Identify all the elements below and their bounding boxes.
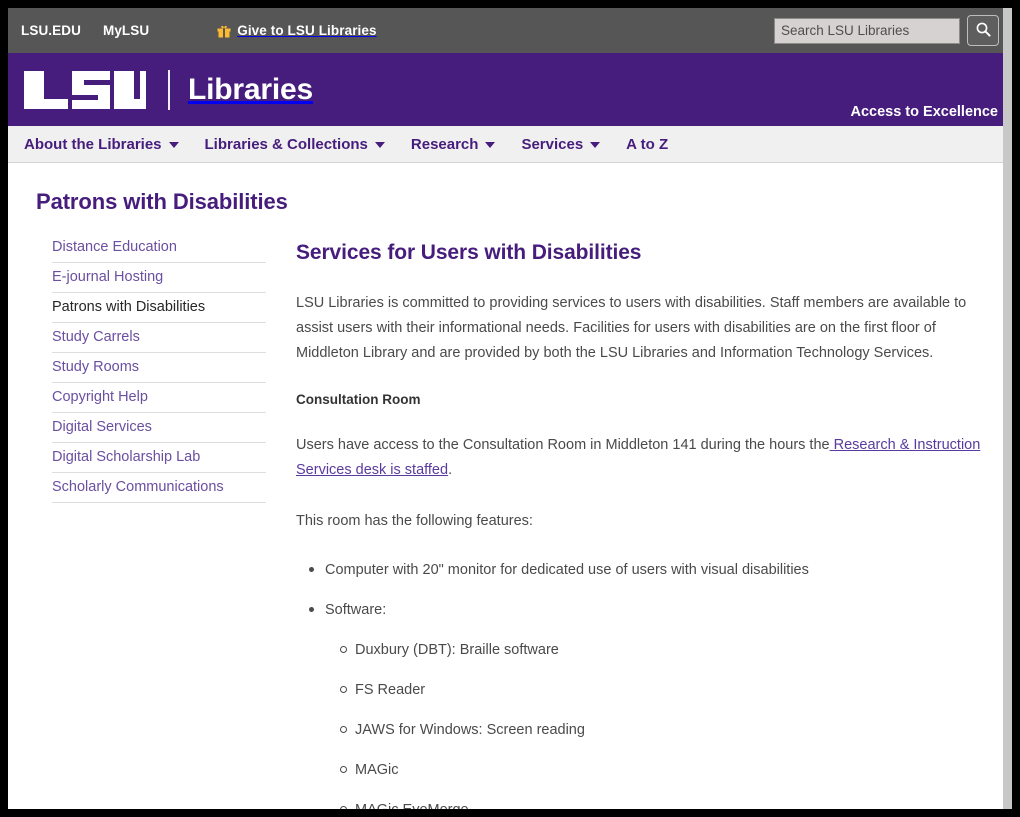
nav-label: Libraries & Collections (204, 135, 368, 153)
tagline: Access to Excellence (850, 104, 998, 120)
features-intro: This room has the following features: (296, 513, 533, 529)
nav-item-about-the-libraries[interactable]: About the Libraries (24, 136, 179, 153)
nav-item-libraries-and-collections[interactable]: Libraries & Collections (205, 136, 385, 153)
list-item: Duxbury (DBT): Braille software (340, 640, 996, 660)
search-button[interactable] (967, 15, 999, 46)
search-area (774, 15, 999, 46)
software-sublist: Duxbury (DBT): Braille software FS Reade… (325, 640, 996, 809)
logo-divider (168, 69, 170, 110)
sidebar-item-distance-education[interactable]: Distance Education (52, 233, 266, 263)
nav-label: Research (410, 135, 479, 153)
nav-item-a-to-z[interactable]: A to Z (626, 136, 668, 153)
utility-bar: LSU.EDU MyLSU Give to LSU Libraries (8, 8, 1012, 53)
chevron-down-icon (590, 142, 601, 148)
content-heading: Services for Users with Disabilities (296, 241, 642, 264)
nav-item-research[interactable]: Research (411, 136, 496, 153)
sidebar-item-digital-services[interactable]: Digital Services (52, 413, 266, 443)
brand-wordmark: Libraries (188, 72, 313, 106)
sidebar-item-e-journal-hosting[interactable]: E-journal Hosting (52, 263, 266, 293)
sidebar-item-study-rooms[interactable]: Study Rooms (52, 353, 266, 383)
browser-page-frame: LSU.EDU MyLSU Give to LSU Libraries Sear… (8, 8, 1012, 809)
list-item-label: Software: (325, 602, 387, 618)
content-columns: Distance Education E-journal Hosting Pat… (8, 233, 1012, 809)
gift-icon (217, 24, 231, 38)
list-item: JAWS for Windows: Screen reading (340, 720, 996, 740)
list-item: Software: Duxbury (DBT): Braille softwar… (309, 600, 996, 809)
nav-label: Services (521, 135, 584, 153)
search-input[interactable] (774, 17, 960, 44)
list-item: MAGic (340, 760, 996, 780)
list-item: MAGic EyeMerge (340, 800, 996, 809)
nav-label: About the Libraries (24, 135, 162, 153)
sidebar-item-copyright-help[interactable]: Copyright Help (52, 383, 266, 413)
mylsu-link[interactable]: MyLSU (103, 23, 149, 38)
access-text-before: Users have access to the Consultation Ro… (296, 437, 830, 453)
list-item: FS Reader (340, 680, 996, 700)
list-item-label: Computer with 20" monitor for dedicated … (325, 562, 809, 578)
main-content: Services for Users with Disabilities LSU… (296, 233, 996, 809)
lsu-libraries-logo-link[interactable]: Libraries (22, 69, 313, 111)
nav-item-services[interactable]: Services (521, 135, 601, 153)
sidebar-item-patrons-with-disabilities[interactable]: Patrons with Disabilities (52, 293, 266, 323)
main-navigation: About the Libraries Libraries & Collecti… (8, 126, 1012, 163)
brand-header: Libraries Access to Excellence (8, 53, 1012, 126)
nav-label: A to Z (626, 135, 669, 153)
vertical-scrollbar[interactable] (1003, 8, 1012, 809)
intro-paragraph: LSU Libraries is committed to providing … (296, 295, 967, 361)
chevron-down-icon (168, 142, 179, 148)
features-list: Computer with 20" monitor for dedicated … (296, 560, 996, 809)
access-text-after: . (448, 462, 453, 478)
sidebar-item-study-carrels[interactable]: Study Carrels (52, 323, 266, 353)
give-to-lsu-libraries-link[interactable]: Give to LSU Libraries (217, 23, 377, 38)
search-icon (975, 21, 992, 41)
sidebar-item-scholarly-communications[interactable]: Scholarly Communications (52, 473, 266, 503)
sidebar-item-digital-scholarship-lab[interactable]: Digital Scholarship Lab (52, 443, 266, 473)
list-item: Computer with 20" monitor for dedicated … (309, 560, 996, 580)
lsu-edu-link[interactable]: LSU.EDU (21, 23, 81, 38)
give-label: Give to LSU Libraries (237, 23, 377, 38)
sidebar-navigation: Distance Education E-journal Hosting Pat… (52, 233, 266, 809)
lsu-logo-icon (22, 69, 148, 111)
page-title: Patrons with Disabilities (36, 189, 288, 214)
consultation-room-subheading: Consultation Room (296, 392, 421, 407)
page-body: Patrons with Disabilities Distance Educa… (8, 163, 1012, 809)
consultation-access-paragraph: Users have access to the Consultation Ro… (296, 433, 996, 483)
chevron-down-icon (374, 142, 385, 148)
chevron-down-icon (485, 142, 496, 148)
